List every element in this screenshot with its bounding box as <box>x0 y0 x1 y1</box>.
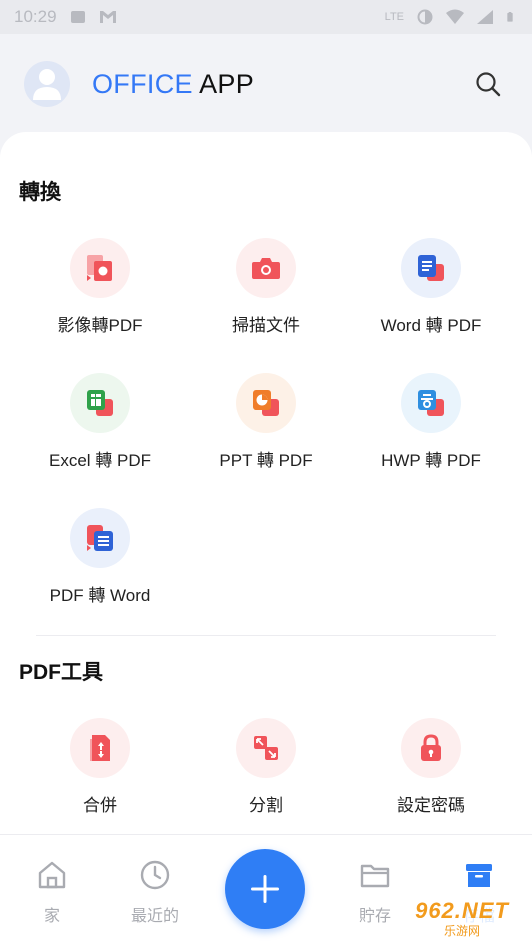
battery-icon <box>507 12 513 22</box>
tool-label: Word 轉 PDF <box>380 316 482 335</box>
user-icon <box>33 69 61 100</box>
tool-label: PDF 轉 Word <box>49 586 151 605</box>
tool-label: 設定密碼 <box>397 796 465 815</box>
data-saver-icon <box>417 9 433 25</box>
tool-label: 掃描文件 <box>232 316 300 335</box>
tool-label: Excel 轉 PDF <box>48 451 152 470</box>
tool-ppt-to-pdf[interactable]: PPT 轉 PDF <box>186 373 346 471</box>
avatar[interactable] <box>24 61 70 107</box>
search-button[interactable] <box>468 64 508 104</box>
tool-excel-to-pdf[interactable]: Excel 轉 PDF <box>20 373 180 471</box>
search-icon <box>476 72 501 97</box>
home-icon <box>38 861 66 889</box>
wifi-icon <box>446 9 464 24</box>
tool-image-to-pdf[interactable]: 影像轉PDF <box>20 238 180 336</box>
tool-word-to-pdf[interactable]: Word 轉 PDF <box>351 238 511 336</box>
tool-pdf-to-word[interactable]: PDF 轉 Word <box>20 508 180 606</box>
nav-home[interactable]: 家 <box>7 859 97 926</box>
tool-scan-document[interactable]: 掃描文件 <box>186 238 346 336</box>
tool-label: 影像轉PDF <box>57 316 143 335</box>
app-header: OFFICE APP <box>0 34 532 134</box>
status-time: 10:29 <box>14 7 57 26</box>
nav-label: 最近的 <box>130 908 179 925</box>
tool-label: PPT 轉 PDF <box>219 451 313 470</box>
section-divider <box>36 635 496 636</box>
plus-icon <box>251 875 279 903</box>
ppt-to-pdf-icon <box>253 390 279 416</box>
tool-merge[interactable]: 合併 <box>20 718 180 816</box>
notification-icon <box>70 11 85 23</box>
tool-hwp-to-pdf[interactable]: HWP 轉 PDF <box>351 373 511 471</box>
tool-label: 合併 <box>83 796 117 815</box>
bottom-nav: 家 最近的 貯存 存檔 962.NET 乐游网 <box>0 834 532 945</box>
main-card: 轉換 影像轉PDF 掃描文件 Word 轉 PDF Excel 轉 PDF PP… <box>0 132 532 834</box>
section-title-pdf-tools: PDF工具 <box>19 661 103 684</box>
pdf-to-word-icon <box>87 525 113 551</box>
tool-label: 分割 <box>249 796 283 815</box>
merge-icon <box>90 735 110 761</box>
excel-to-pdf-icon <box>87 390 113 416</box>
status-bar: 10:29 LTE <box>0 0 532 34</box>
clock-icon <box>140 860 170 890</box>
watermark-sub: 乐游网 <box>443 923 480 938</box>
watermark-brand: 962.NET <box>415 897 509 923</box>
folder-icon <box>360 864 390 888</box>
nav-recent[interactable]: 最近的 <box>110 859 200 926</box>
network-type: LTE <box>384 11 404 23</box>
section-title-convert: 轉換 <box>19 181 61 204</box>
split-icon <box>254 736 278 760</box>
tool-set-password[interactable]: 設定密碼 <box>351 718 511 816</box>
watermark-logo: 962.NET 乐游网 <box>398 895 526 941</box>
app-title-app: APP <box>199 68 255 99</box>
nav-label: 家 <box>43 908 60 925</box>
hwp-to-pdf-icon <box>418 390 444 416</box>
gmail-icon <box>99 11 116 23</box>
app-title-office: OFFICE <box>92 68 193 99</box>
lock-icon <box>421 734 441 761</box>
tool-split[interactable]: 分割 <box>186 718 346 816</box>
tool-label: HWP 轉 PDF <box>381 451 481 470</box>
add-button[interactable] <box>225 849 305 929</box>
archive-box-icon <box>466 864 492 887</box>
word-to-pdf-icon <box>418 255 444 281</box>
camera-icon <box>252 258 280 279</box>
app-title: OFFICE APP <box>92 69 254 100</box>
image-to-pdf-icon <box>87 255 112 281</box>
signal-icon <box>477 10 493 24</box>
